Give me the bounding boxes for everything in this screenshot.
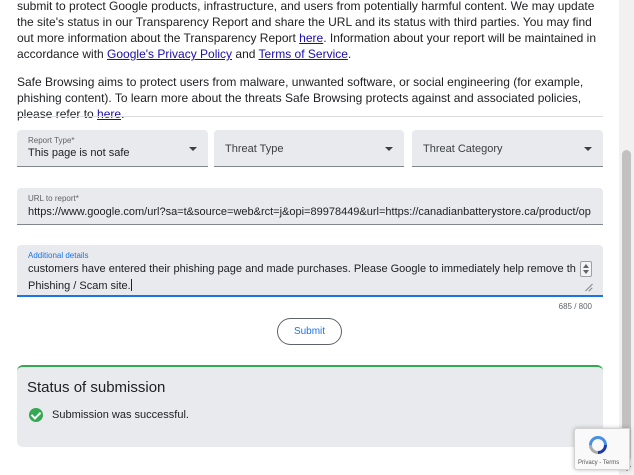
- details-text-line-content: Phishing / Scam site.: [28, 280, 131, 292]
- chevron-up-icon: [583, 264, 589, 268]
- chevron-down-icon: [189, 147, 197, 151]
- check-circle-icon: [29, 408, 43, 422]
- submission-status-card: Status of submission Submission was succ…: [17, 365, 603, 447]
- paragraph-text: .: [347, 47, 352, 61]
- paragraph-text: and: [232, 47, 259, 61]
- threat-type-placeholder: Threat Type: [225, 143, 284, 155]
- url-to-report-field[interactable]: URL to report* https://www.google.com/ur…: [17, 188, 603, 225]
- report-type-label: Report Type*: [28, 136, 75, 145]
- submit-button[interactable]: Submit: [277, 318, 342, 345]
- resize-handle-icon[interactable]: [584, 283, 592, 291]
- report-type-value: This page is not safe: [28, 147, 130, 159]
- threat-category-placeholder: Threat Category: [423, 143, 503, 155]
- details-text-line[interactable]: Phishing / Scam site.: [28, 279, 132, 292]
- url-field-label: URL to report*: [28, 194, 79, 203]
- threat-type-select[interactable]: Threat Type: [214, 130, 404, 167]
- url-field-value[interactable]: https://www.google.com/url?sa=t&source=w…: [28, 206, 592, 218]
- section-divider: [17, 116, 603, 117]
- status-title: Status of submission: [27, 379, 166, 396]
- text-cursor: [130, 279, 132, 291]
- status-message: Submission was successful.: [29, 408, 189, 422]
- threats-policy-link[interactable]: here: [97, 107, 121, 121]
- status-message-text: Submission was successful.: [52, 409, 189, 421]
- privacy-policy-link[interactable]: Google's Privacy Policy: [107, 47, 232, 61]
- textarea-scroll-spinner[interactable]: [580, 261, 592, 277]
- details-text-line[interactable]: customers have entered their phishing pa…: [28, 263, 576, 275]
- transparency-paragraph: submit to protect Google products, infra…: [17, 0, 603, 62]
- paragraph-text: .: [121, 107, 125, 121]
- chevron-down-icon: [584, 147, 592, 151]
- scrollbar-thumb[interactable]: [622, 150, 631, 462]
- report-type-select[interactable]: Report Type* This page is not safe: [17, 130, 208, 167]
- terms-of-service-link[interactable]: Terms of Service: [259, 47, 348, 61]
- details-field-label: Additional details: [28, 251, 89, 260]
- chevron-down-icon: [583, 270, 589, 274]
- recaptcha-links[interactable]: Privacy - Terms: [578, 460, 619, 466]
- chevron-down-icon: [385, 147, 393, 151]
- transparency-report-link[interactable]: here: [299, 31, 323, 45]
- additional-details-textarea[interactable]: Additional details customers have entere…: [17, 245, 603, 297]
- page-scrollbar[interactable]: [619, 0, 634, 475]
- recaptcha-icon: [589, 436, 607, 454]
- recaptcha-badge[interactable]: Privacy - Terms: [574, 428, 630, 470]
- threat-category-select[interactable]: Threat Category: [412, 130, 603, 167]
- character-counter: 685 / 800: [558, 302, 592, 311]
- safe-browsing-paragraph: Safe Browsing aims to protect users from…: [17, 74, 603, 122]
